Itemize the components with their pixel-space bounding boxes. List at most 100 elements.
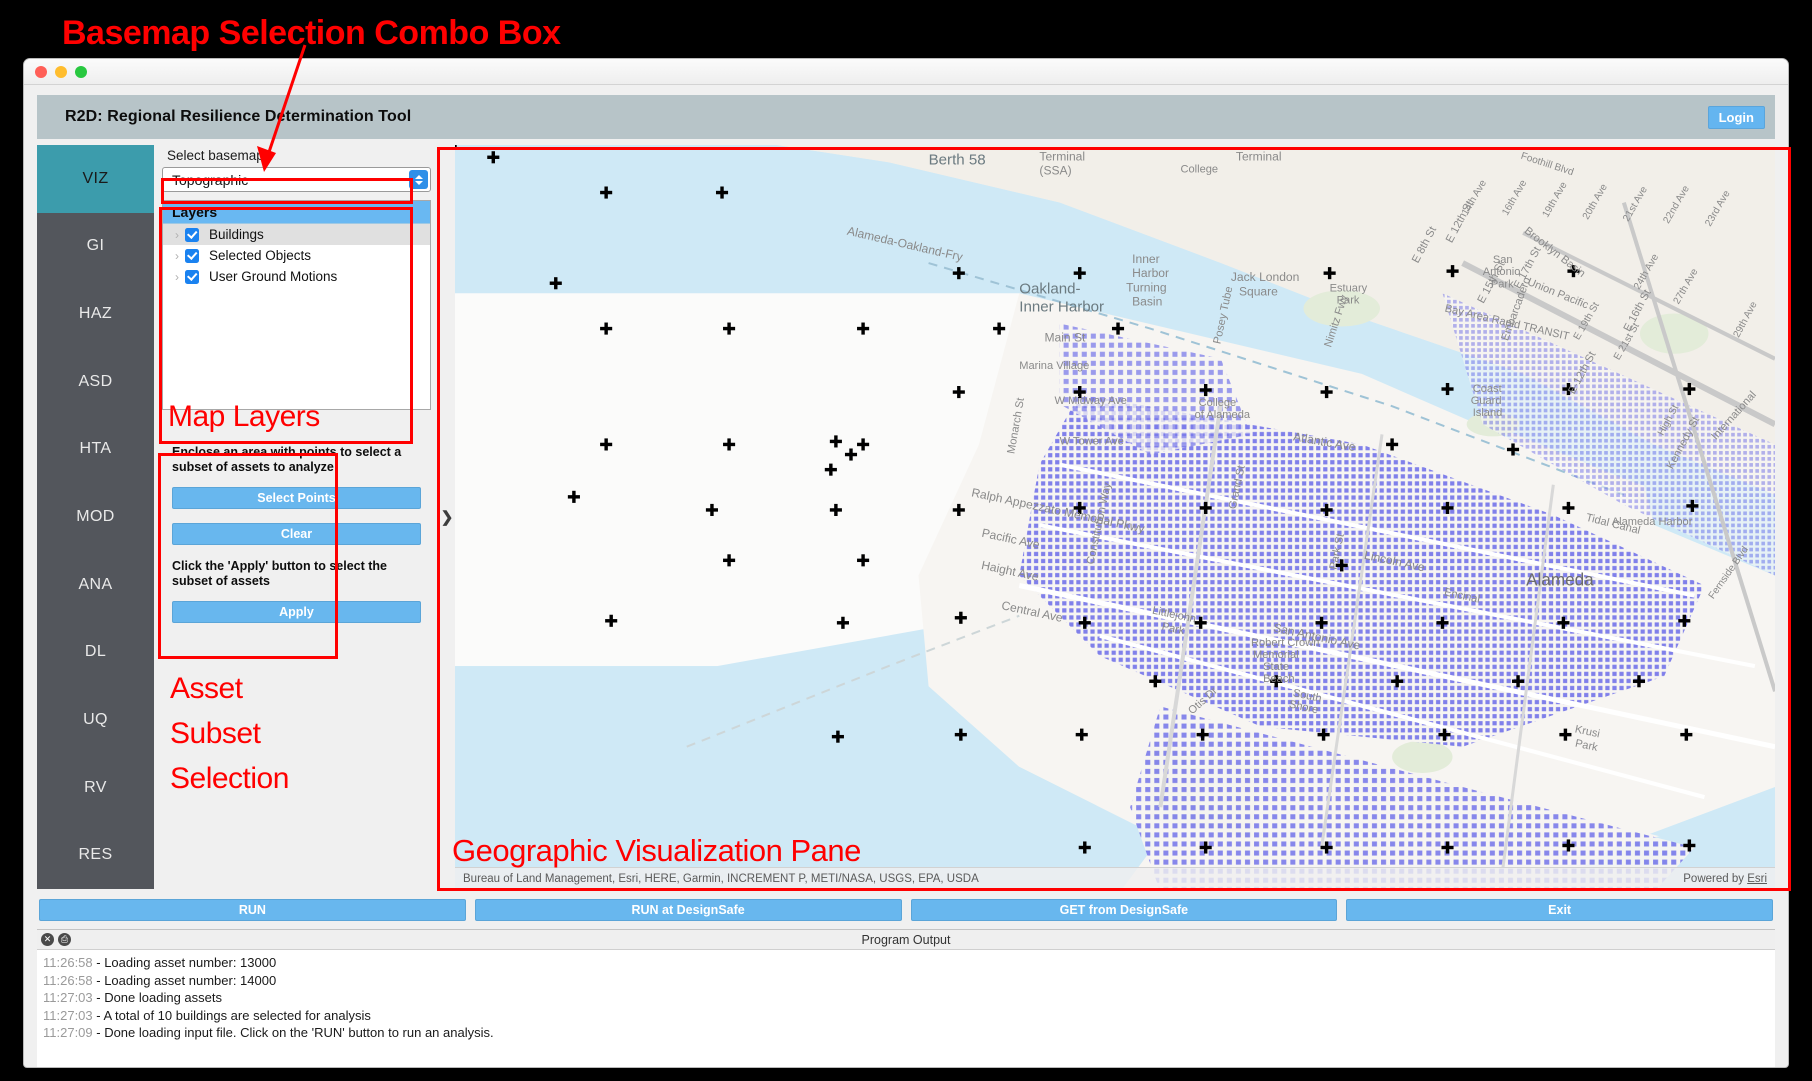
clear-button[interactable]: Clear bbox=[172, 523, 421, 545]
basemap-selected-value: Topographic bbox=[172, 171, 249, 188]
svg-text:State: State bbox=[1263, 661, 1289, 673]
svg-text:Turning: Turning bbox=[1126, 280, 1167, 294]
log-line: 11:27:03 - Done loading assets bbox=[43, 989, 1775, 1007]
sidebar-item-dl[interactable]: DL bbox=[37, 618, 154, 686]
svg-text:Inner: Inner bbox=[1132, 252, 1160, 266]
svg-text:Oakland-: Oakland- bbox=[1019, 280, 1080, 297]
map-attribution-text: Bureau of Land Management, Esri, HERE, G… bbox=[463, 872, 979, 885]
sidebar-item-rv[interactable]: RV bbox=[37, 754, 154, 822]
svg-text:(SSA): (SSA) bbox=[1039, 163, 1071, 177]
log-timestamp: 11:27:03 bbox=[43, 990, 93, 1005]
log-timestamp: 11:26:58 bbox=[43, 955, 93, 970]
log-timestamp: 11:27:09 bbox=[43, 1025, 93, 1040]
layers-header: Layers bbox=[163, 201, 430, 224]
annotation-map-layers: Map Layers bbox=[168, 400, 320, 433]
sidebar-item-haz[interactable]: HAZ bbox=[37, 280, 154, 348]
svg-text:Terminal: Terminal bbox=[1039, 149, 1085, 163]
log-line: 11:27:09 - Done loading input file. Clic… bbox=[43, 1024, 1775, 1042]
log-line: 11:26:58 - Loading asset number: 13000 bbox=[43, 954, 1775, 972]
layer-label-buildings: Buildings bbox=[209, 227, 264, 242]
svg-text:Terminal: Terminal bbox=[1236, 149, 1282, 163]
svg-text:College: College bbox=[1199, 397, 1237, 409]
panel-expander-handle[interactable]: ❯ bbox=[439, 145, 455, 889]
layer-checkbox-selected-objects[interactable] bbox=[185, 248, 199, 263]
program-output-section: ✕ ⎙ Program Output 11:26:58 - Loading as… bbox=[37, 929, 1775, 1067]
svg-text:Square: Square bbox=[1239, 284, 1278, 298]
subset-instruction-1: Enclose an area with points to select a … bbox=[172, 445, 402, 474]
log-timestamp: 11:27:03 bbox=[43, 1007, 93, 1023]
layer-row-selected-objects[interactable]: › Selected Objects bbox=[163, 245, 430, 266]
svg-text:Jack London: Jack London bbox=[1231, 270, 1300, 284]
svg-text:Estuary: Estuary bbox=[1330, 282, 1368, 294]
svg-text:Main St: Main St bbox=[1044, 331, 1086, 345]
copy-icon[interactable]: ⎙ bbox=[58, 933, 71, 946]
layer-checkbox-buildings[interactable] bbox=[185, 227, 199, 242]
close-button[interactable] bbox=[35, 65, 47, 78]
layer-label-user-ground-motions: User Ground Motions bbox=[209, 269, 338, 284]
program-output-header: ✕ ⎙ Program Output bbox=[37, 930, 1775, 950]
map-attribution-bar: Bureau of Land Management, Esri, HERE, G… bbox=[455, 867, 1775, 889]
svg-text:Island: Island bbox=[1473, 407, 1503, 419]
log-line: 11:26:58 - Loading asset number: 14000 bbox=[43, 972, 1775, 990]
log-text: - Loading asset number: 14000 bbox=[92, 972, 277, 988]
esri-link[interactable]: Esri bbox=[1747, 873, 1767, 885]
layer-row-buildings[interactable]: › Buildings bbox=[163, 224, 430, 245]
chevron-right-icon[interactable]: › bbox=[169, 249, 185, 263]
svg-text:Alameda Harbor: Alameda Harbor bbox=[1612, 516, 1693, 528]
svg-text:Harbor: Harbor bbox=[1132, 266, 1169, 280]
run-button[interactable]: RUN bbox=[39, 899, 466, 921]
asset-subset-panel: Enclose an area with points to select a … bbox=[164, 438, 429, 633]
get-from-designsafe-button[interactable]: GET from DesignSafe bbox=[910, 899, 1338, 921]
select-points-button[interactable]: Select Points bbox=[172, 487, 421, 509]
sidebar: VIZ GI HAZ ASD HTA MOD ANA DL UQ RV RES bbox=[37, 145, 154, 889]
map-canvas[interactable]: Berth 58 Terminal (SSA) Terminal Jack Lo… bbox=[455, 145, 1775, 889]
layer-label-selected-objects: Selected Objects bbox=[209, 248, 312, 263]
sidebar-item-hta[interactable]: HTA bbox=[37, 416, 154, 484]
svg-text:of Alameda: of Alameda bbox=[1195, 409, 1251, 421]
log-text: - Done loading assets bbox=[92, 990, 222, 1005]
chevron-updown-icon[interactable] bbox=[409, 170, 428, 189]
sidebar-item-viz[interactable]: VIZ bbox=[37, 145, 154, 213]
svg-text:Inner Harbor: Inner Harbor bbox=[1019, 298, 1104, 315]
sidebar-item-ana[interactable]: ANA bbox=[37, 551, 154, 619]
action-button-row: RUN RUN at DesignSafe GET from DesignSaf… bbox=[37, 899, 1775, 921]
svg-text:Coast: Coast bbox=[1473, 383, 1502, 395]
log-text: - Done loading input file. Click on the … bbox=[92, 1025, 494, 1040]
program-output-log[interactable]: 11:26:58 - Loading asset number: 13000 1… bbox=[37, 950, 1775, 1067]
chevron-right-icon[interactable]: › bbox=[169, 270, 185, 284]
svg-text:Alameda: Alameda bbox=[1526, 571, 1594, 590]
map-viewport[interactable]: Berth 58 Terminal (SSA) Terminal Jack Lo… bbox=[455, 145, 1775, 889]
log-text: - A total of 10 buildings are selected f… bbox=[92, 1007, 371, 1023]
sidebar-item-gi[interactable]: GI bbox=[37, 213, 154, 281]
annotation-geo-pane: Geographic Visualization Pane bbox=[452, 833, 861, 868]
output-icon-group: ✕ ⎙ bbox=[41, 933, 71, 946]
sidebar-item-mod[interactable]: MOD bbox=[37, 483, 154, 551]
svg-text:Basin: Basin bbox=[1132, 294, 1162, 308]
run-at-designsafe-button[interactable]: RUN at DesignSafe bbox=[474, 899, 902, 921]
subset-instruction-2: Click the 'Apply' button to select the s… bbox=[172, 559, 387, 588]
layer-row-user-ground-motions[interactable]: › User Ground Motions bbox=[163, 266, 430, 287]
svg-text:Beach: Beach bbox=[1263, 673, 1294, 685]
sidebar-item-res[interactable]: RES bbox=[37, 821, 154, 889]
annotation-asset-subset: Asset Subset Selection bbox=[170, 672, 289, 795]
map-powered-by: Powered by Esri bbox=[1683, 872, 1767, 885]
zoom-button[interactable] bbox=[75, 65, 87, 78]
login-button[interactable]: Login bbox=[1707, 105, 1765, 129]
close-icon[interactable]: ✕ bbox=[41, 933, 54, 946]
svg-text:College: College bbox=[1180, 163, 1218, 175]
chevron-right-icon[interactable]: › bbox=[169, 228, 185, 242]
apply-button[interactable]: Apply bbox=[172, 601, 421, 623]
main-content: VIZ GI HAZ ASD HTA MOD ANA DL UQ RV RES … bbox=[37, 145, 1775, 889]
svg-text:Memorial: Memorial bbox=[1253, 649, 1299, 661]
sidebar-item-uq[interactable]: UQ bbox=[37, 686, 154, 754]
exit-button[interactable]: Exit bbox=[1346, 899, 1773, 921]
layer-checkbox-user-ground-motions[interactable] bbox=[185, 269, 199, 284]
log-text: - Loading asset number: 13000 bbox=[92, 955, 277, 970]
sidebar-item-asd[interactable]: ASD bbox=[37, 348, 154, 416]
svg-text:Guard: Guard bbox=[1471, 395, 1502, 407]
minimize-button[interactable] bbox=[55, 65, 67, 78]
log-timestamp: 11:26:58 bbox=[43, 972, 93, 988]
log-line: 11:27:03 - A total of 10 buildings are s… bbox=[43, 1007, 1775, 1025]
svg-text:W Midway Ave: W Midway Ave bbox=[1055, 395, 1127, 407]
svg-text:W Tower Ave: W Tower Ave bbox=[1060, 435, 1124, 447]
